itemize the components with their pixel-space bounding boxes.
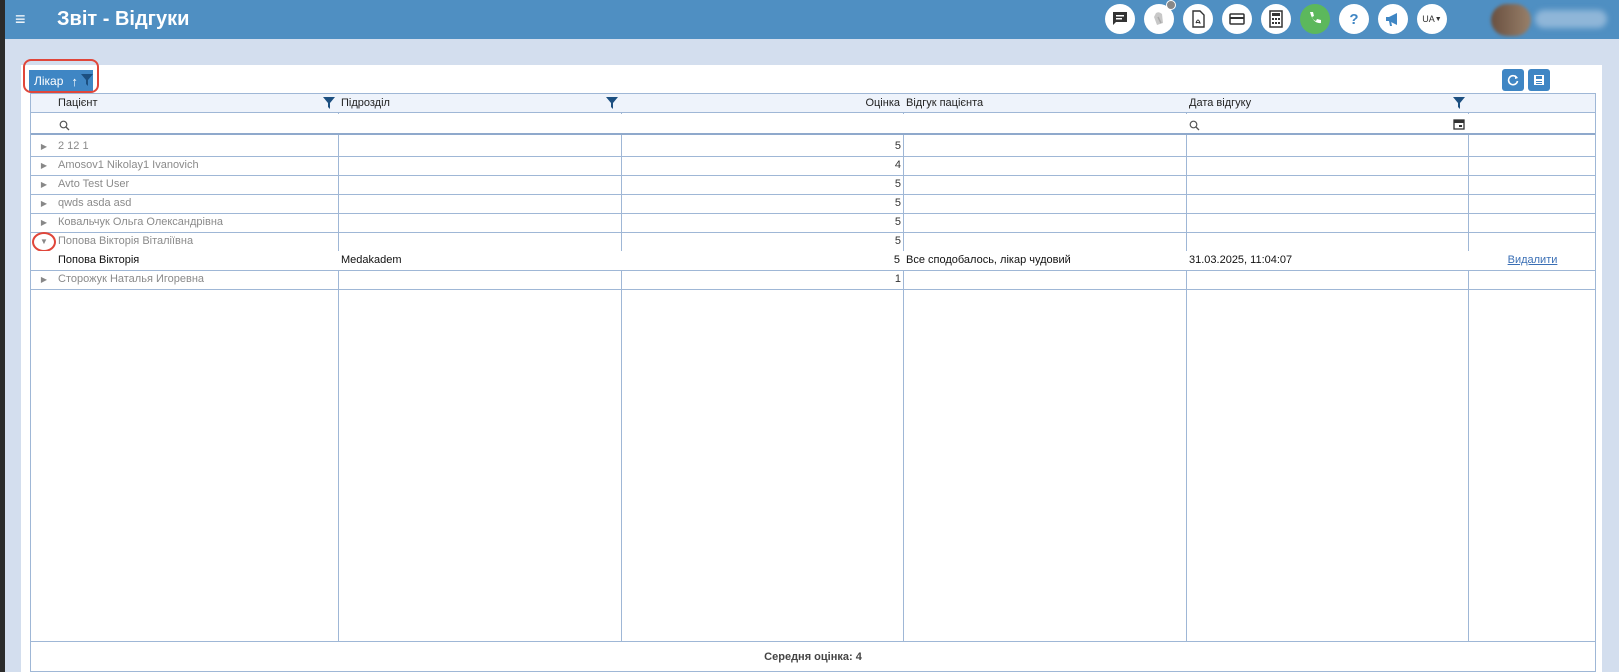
pdf-icon[interactable] [1183, 4, 1213, 34]
group-name: Avto Test User [58, 178, 130, 190]
group-row[interactable]: ▶ Ковальчук Ольга Олександрівна 5 [31, 213, 1595, 233]
expand-icon[interactable]: ▶ [38, 194, 50, 213]
reviews-grid: Пацієнт Підрозділ Оцінка Відгук пацієнта… [30, 93, 1596, 642]
expand-icon[interactable]: ▶ [38, 137, 50, 156]
svg-text:?: ? [1349, 11, 1358, 28]
patient-search-input[interactable] [59, 118, 70, 136]
page-title: Звіт - Відгуки [57, 8, 190, 30]
save-icon [1534, 75, 1544, 85]
review-cell: Все сподобалось, лікар чудовий [906, 254, 1071, 266]
group-row[interactable]: ▶ 2 12 1 5 [31, 137, 1595, 157]
avatar[interactable] [1491, 4, 1531, 36]
patient-cell: Попова Вікторія [58, 254, 140, 266]
column-header-date[interactable]: Дата відгуку [1186, 94, 1468, 113]
group-name: Сторожук Наталья Игоревна [58, 273, 205, 285]
column-header-patient[interactable]: Пацієнт [55, 94, 338, 113]
help-icon[interactable]: ? [1339, 4, 1369, 34]
phone-icon[interactable] [1300, 4, 1330, 34]
group-panel: Лікар ↑ [21, 59, 1602, 93]
notification-badge [1166, 0, 1176, 10]
date-search-input[interactable] [1189, 118, 1200, 136]
announcement-icon[interactable] [1378, 4, 1408, 34]
filter-icon[interactable] [323, 96, 335, 114]
date-cell: 31.03.2025, 11:04:07 [1189, 254, 1293, 266]
expand-icon[interactable]: ▶ [38, 213, 50, 232]
card-icon[interactable] [1222, 4, 1252, 34]
delete-link[interactable]: Видалити [1508, 254, 1558, 266]
search-icon [59, 120, 70, 131]
top-bar: ≡ Звіт - Відгуки ? UA ▼ [5, 0, 1619, 39]
department-cell: Medakadem [341, 254, 402, 266]
column-header-review[interactable]: Відгук пацієнта [903, 94, 1186, 113]
score-cell: 5 [893, 254, 900, 266]
column-header-score[interactable]: Оцінка [621, 94, 903, 113]
group-name: 2 12 1 [58, 140, 89, 152]
group-score: 5 [894, 140, 901, 152]
expand-icon[interactable]: ▶ [38, 175, 50, 194]
language-label: UA [1422, 14, 1435, 24]
user-name[interactable] [1535, 10, 1607, 28]
group-score: 5 [894, 235, 901, 247]
grid-footer: Середня оцінка: 4 [30, 642, 1596, 672]
expand-icon[interactable]: ▶ [38, 156, 50, 175]
refresh-button[interactable] [1502, 69, 1524, 91]
calculator-icon[interactable] [1261, 4, 1291, 34]
column-header-department[interactable]: Підрозділ [338, 94, 621, 113]
language-selector[interactable]: UA ▼ [1417, 4, 1447, 34]
group-score: 5 [894, 178, 901, 190]
average-score-summary: Середня оцінка: 4 [764, 651, 862, 663]
group-name: Попова Вікторія Віталіївна [58, 235, 194, 247]
grid-header: Пацієнт Підрозділ Оцінка Відгук пацієнта… [31, 94, 1595, 113]
expand-icon[interactable]: ▶ [38, 270, 50, 289]
report-panel: Лікар ↑ Пацієнт Підрозділ Оцінка Відгук … [21, 59, 1602, 672]
filter-icon[interactable] [606, 96, 618, 114]
group-name: qwds asda asd [58, 197, 132, 209]
highlight-ring [23, 59, 99, 93]
search-icon [1189, 120, 1200, 131]
chat-icon[interactable] [1105, 4, 1135, 34]
group-row[interactable]: ▶ Avto Test User 5 [31, 175, 1595, 195]
highlight-ring [32, 232, 56, 252]
table-row[interactable]: Попова Вікторія Medakadem 5 Все сподобал… [31, 251, 1595, 271]
group-score: 5 [894, 216, 901, 228]
notifications-icon[interactable] [1144, 0, 1176, 34]
hamburger-menu-icon[interactable]: ≡ [15, 9, 31, 29]
calendar-icon[interactable] [1453, 117, 1465, 135]
group-row[interactable]: ▶ Сторожук Наталья Игоревна 1 [31, 270, 1595, 290]
chevron-down-icon: ▼ [1434, 15, 1442, 23]
group-row[interactable]: ▶ qwds asda asd 5 [31, 194, 1595, 214]
group-name: Amosov1 Nikolay1 Ivanovich [58, 159, 199, 171]
export-button[interactable] [1528, 69, 1550, 91]
group-row-expanded[interactable]: ▼ Попова Вікторія Віталіївна 5 [31, 232, 1595, 252]
group-name: Ковальчук Ольга Олександрівна [58, 216, 224, 228]
group-score: 1 [894, 273, 901, 285]
app-window: ≡ Звіт - Відгуки ? UA ▼ Лікар ↑ Пацієнт … [5, 0, 1619, 672]
filter-icon[interactable] [1453, 96, 1465, 114]
refresh-icon [1507, 74, 1519, 86]
group-row[interactable]: ▶ Amosov1 Nikolay1 Ivanovich 4 [31, 156, 1595, 176]
filter-row [31, 114, 1595, 135]
group-score: 5 [894, 197, 901, 209]
group-score: 4 [894, 159, 901, 171]
